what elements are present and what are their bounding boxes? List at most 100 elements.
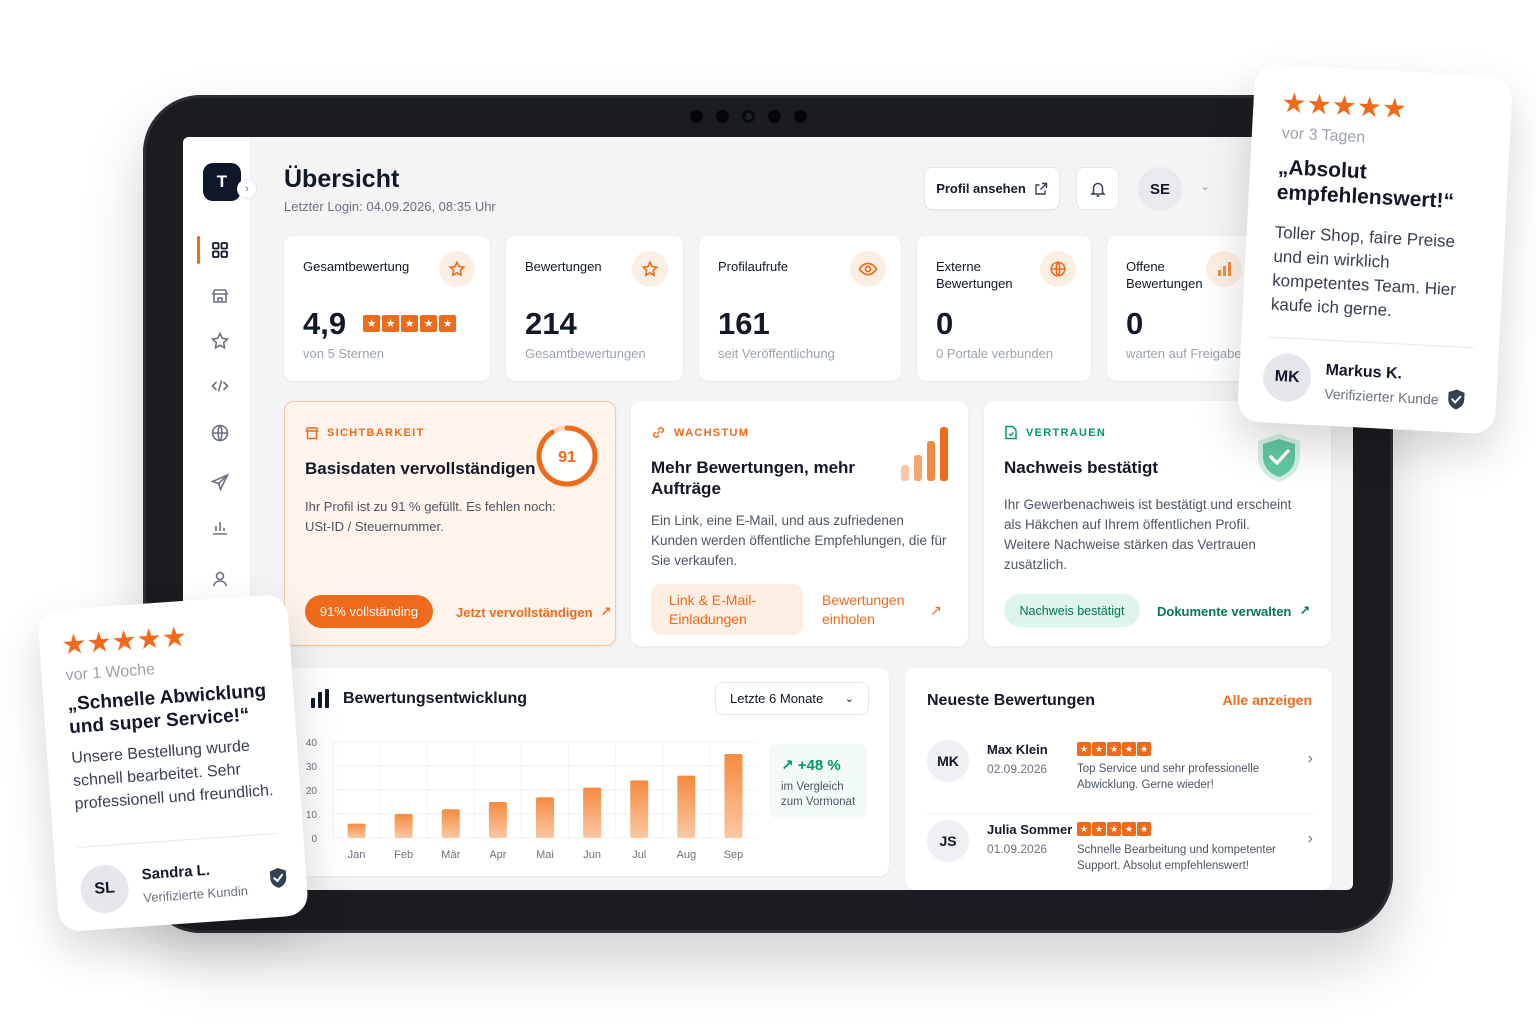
sidebar-item-invitations[interactable]	[197, 464, 243, 500]
rating-stars: ★★★★★	[60, 620, 188, 661]
review-row[interactable]: JS Julia Sommer 01.09.2026 ★ ★ ★ ★ ★ Schnell…	[927, 820, 1313, 890]
divider	[77, 832, 278, 848]
rating-stars: ★★★★★	[1280, 86, 1408, 125]
rating-trend-card: Bewertungsentwicklung Letzte 6 Monate ⌄ …	[287, 668, 889, 876]
card-tag-label: VERTRAUEN	[1026, 426, 1107, 439]
verified-shield-icon	[1448, 389, 1465, 410]
review-row[interactable]: MK Max Klein 02.09.2026 ★ ★ ★ ★ ★ Top Servic…	[927, 740, 1313, 814]
document-icon	[1005, 425, 1017, 440]
card-text: Ihr Gewerbenachweis ist bestätigt und er…	[1004, 497, 1292, 572]
stat-label: Offene Bewertungen	[1126, 259, 1203, 291]
stat-value: 0	[936, 306, 954, 341]
sidebar-item-reviews[interactable]	[197, 323, 243, 359]
x-tick-label: Jul	[632, 849, 646, 861]
bar-chart-icon	[213, 522, 227, 535]
review-body: Toller Shop, faire Preise und ein wirkli…	[1270, 222, 1457, 320]
star-icon	[632, 251, 668, 287]
page-title: Übersicht	[284, 165, 400, 193]
chart-bar	[536, 797, 554, 838]
sidebar-item-store[interactable]	[197, 278, 243, 314]
collect-reviews-link[interactable]: Bewertungen einholen ↗	[822, 591, 952, 629]
stat-card-external: Externe Bewertungen 0 0 Portale verbunde…	[917, 236, 1091, 381]
card-tag: VERTRAUEN	[1004, 425, 1106, 440]
stat-sub: Gesamtbewertungen	[525, 346, 646, 361]
bell-icon	[1089, 182, 1106, 197]
chevron-down-icon: ⌄	[844, 693, 854, 705]
growth-card: WACHSTUM Mehr Bewertungen, mehr Aufträge…	[631, 401, 968, 646]
sidebar-item-portals[interactable]	[197, 415, 243, 451]
review-stars: ★ ★ ★ ★ ★	[1077, 742, 1151, 756]
x-tick-label: Mai	[536, 849, 554, 861]
growth-bars-icon	[901, 427, 948, 481]
dashboard-screen: T › Übersicht Letzter Login: 04.09.2026,	[183, 137, 1353, 890]
arrow-up-right-icon: ↗	[1299, 603, 1311, 618]
link-icon	[653, 427, 664, 438]
review-stars: ★ ★ ★ ★ ★	[1077, 822, 1151, 836]
x-tick-label: Mär	[441, 849, 460, 861]
code-icon	[211, 380, 229, 392]
chart-bar	[441, 809, 460, 838]
stat-value: 0	[1126, 306, 1144, 341]
card-text: Ihr Profil ist zu 91 % gefüllt. Es fehle…	[305, 499, 556, 534]
avatar: SL	[79, 863, 131, 915]
globe-icon	[1040, 251, 1076, 287]
notifications-button[interactable]	[1076, 167, 1119, 210]
stat-value: 214	[525, 306, 577, 341]
bar-chart-icon	[1206, 251, 1242, 287]
card-text: Ein Link, eine E-Mail, und aus zufrieden…	[651, 513, 947, 568]
shield-check-icon	[1258, 434, 1300, 482]
x-tick-label: Jun	[583, 849, 601, 861]
email-invitations-pill[interactable]: Link & E-Mail-Einladungen	[651, 584, 803, 635]
chevron-down-icon[interactable]: ⌄	[1200, 179, 1210, 193]
verified-label: Verifizierter Kunde	[1323, 385, 1440, 408]
star-icon	[210, 331, 230, 350]
visibility-card: SICHTBARKEIT Basisdaten vervollständigen…	[284, 401, 616, 646]
external-link-icon	[1035, 182, 1047, 195]
stat-sub: 0 Portale verbunden	[936, 346, 1054, 361]
app-logo[interactable]: T	[203, 163, 241, 201]
view-profile-label: Profil ansehen	[936, 181, 1026, 196]
avatar: JS	[927, 820, 969, 862]
progress-ring: 91	[536, 425, 598, 487]
store-icon	[305, 427, 319, 440]
x-tick-label: Jan	[348, 849, 366, 861]
review-date: 02.09.2026	[987, 762, 1048, 776]
show-all-link[interactable]: Alle anzeigen	[1223, 692, 1312, 708]
rating-bar-chart: 0 10 20 30 40 Jan Feb Mär Apr Mai Jun Jul Aug Sep	[306, 738, 757, 861]
stat-sub: seit Veröffentlichung	[718, 346, 835, 361]
trend-sub: im Vergleich zum Vormonat	[781, 781, 856, 808]
grid-icon	[212, 242, 228, 258]
chart-bar	[677, 775, 696, 838]
chevron-right-icon[interactable]: ›	[1308, 750, 1313, 768]
sidebar-item-account[interactable]	[197, 561, 243, 597]
x-tick-label: Feb	[394, 849, 413, 861]
sidebar-item-widgets[interactable]	[197, 368, 243, 404]
user-avatar[interactable]: SE	[1138, 167, 1182, 211]
manage-documents-link[interactable]: Dokumente verwalten ↗	[1157, 603, 1310, 619]
y-tick-label: 30	[306, 762, 318, 773]
y-tick-label: 10	[306, 810, 318, 821]
stat-label: Profilaufrufe	[718, 259, 789, 274]
stat-sub: warten auf Freigabe	[1126, 346, 1242, 361]
y-tick-label: 40	[306, 738, 318, 749]
review-date: 01.09.2026	[987, 842, 1048, 856]
complete-now-link[interactable]: Jetzt vervollständigen ↗	[456, 604, 611, 620]
arrow-up-right-icon: ↗	[930, 601, 942, 618]
review-name: Julia Sommer	[987, 822, 1073, 837]
view-profile-button[interactable]: Profil ansehen	[924, 167, 1060, 210]
review-age: vor 3 Tagen	[1281, 124, 1366, 147]
divider	[1269, 336, 1474, 349]
chevron-right-icon[interactable]: ›	[1308, 830, 1313, 848]
range-select[interactable]: Letzte 6 Monate ⌄	[715, 682, 869, 715]
rating-stars: ★★★★★	[363, 315, 456, 332]
card-tag: WACHSTUM	[651, 425, 749, 440]
stat-card-profile-views: Profilaufrufe 161 seit Veröffentlichung	[699, 236, 901, 381]
sidebar-item-overview[interactable]	[197, 232, 243, 268]
reviewer-name: Sandra L.	[141, 861, 211, 884]
stat-label: Externe Bewertungen	[936, 259, 1013, 291]
user-icon	[212, 571, 228, 587]
x-tick-label: Sep	[724, 849, 744, 861]
sidebar-item-statistics[interactable]	[197, 509, 243, 545]
send-icon	[210, 473, 230, 492]
link-label: Jetzt vervollständigen	[456, 604, 593, 620]
